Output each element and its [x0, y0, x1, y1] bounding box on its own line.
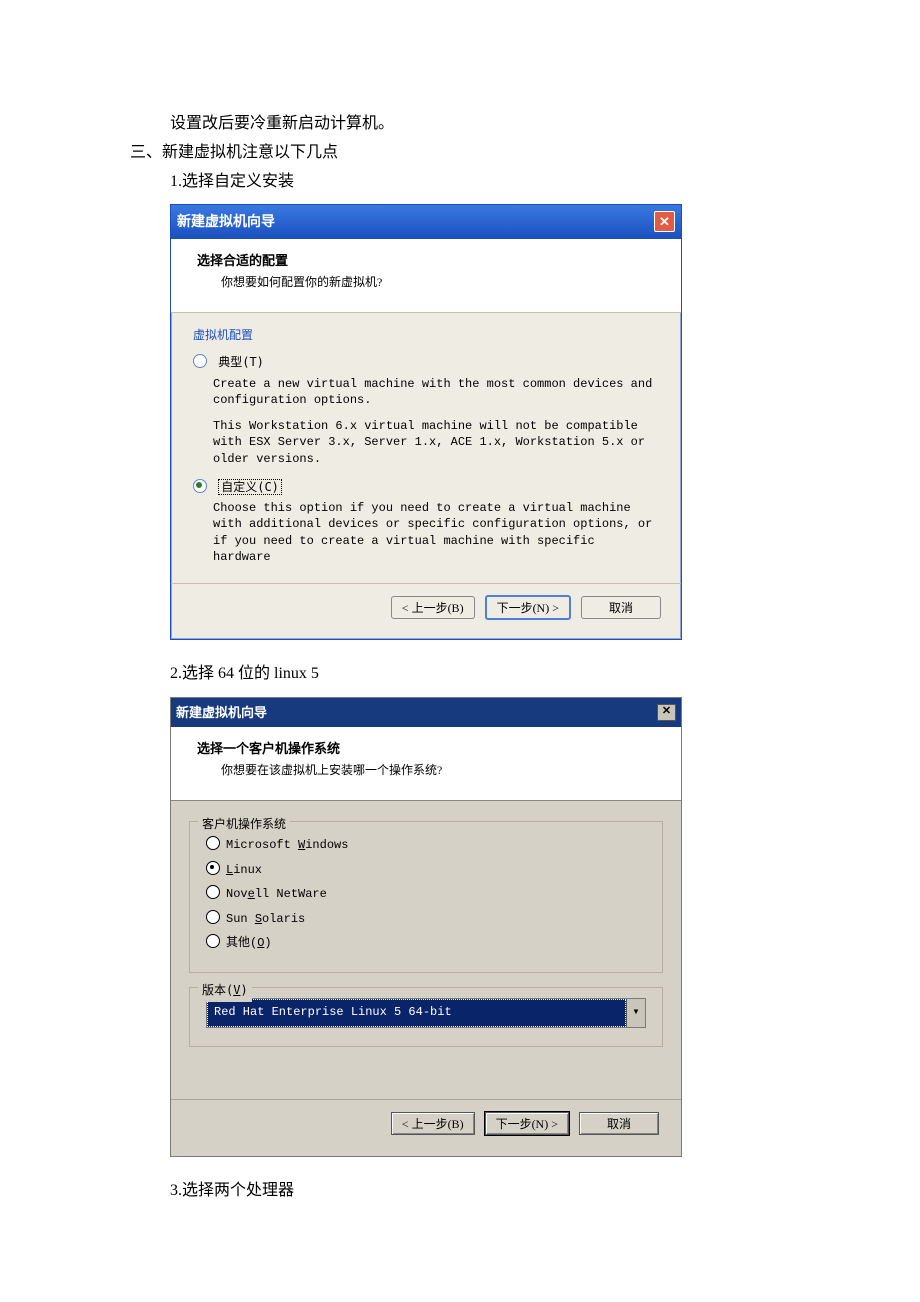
- version-select-value: Red Hat Enterprise Linux 5 64-bit: [207, 999, 626, 1027]
- radio-icon: [206, 861, 220, 875]
- document-page: 设置改后要冷重新启动计算机。 三、新建虚拟机注意以下几点 1.选择自定义安装 新…: [0, 0, 920, 1246]
- os-fieldset: 客户机操作系统 Microsoft Windows Linux Novell N…: [189, 821, 663, 973]
- group-label: 虚拟机配置: [193, 325, 659, 347]
- radio-custom[interactable]: 自定义(C): [193, 477, 659, 499]
- body-text: 设置改后要冷重新启动计算机。: [170, 110, 790, 139]
- radio-icon: [193, 479, 207, 493]
- os-legend: 客户机操作系统: [198, 814, 290, 836]
- section-heading: 三、新建虚拟机注意以下几点: [130, 139, 790, 168]
- header-subtitle: 你想要如何配置你的新虚拟机?: [221, 272, 655, 294]
- back-button[interactable]: < 上一步(B): [391, 1112, 475, 1135]
- close-icon[interactable]: ✕: [654, 211, 675, 232]
- dialog-body: 客户机操作系统 Microsoft Windows Linux Novell N…: [171, 801, 681, 1099]
- dialog-body: 虚拟机配置 典型(T) Create a new virtual machine…: [171, 313, 681, 583]
- version-legend: 版本(V): [198, 980, 252, 1002]
- header-title: 选择合适的配置: [197, 249, 655, 272]
- step-label-2: 2.选择 64 位的 linux 5: [170, 660, 790, 689]
- radio-custom-label: 自定义(C): [218, 479, 282, 495]
- next-button[interactable]: 下一步(N) >: [485, 595, 571, 620]
- radio-icon: [193, 354, 207, 368]
- radio-icon: [206, 885, 220, 899]
- dialog-titlebar: 新建虚拟机向导 ✕: [171, 698, 681, 727]
- radio-icon: [206, 910, 220, 924]
- radio-typical[interactable]: 典型(T): [193, 352, 659, 374]
- dialog-titlebar: 新建虚拟机向导 ✕: [171, 205, 681, 238]
- radio-typical-label: 典型(T): [218, 355, 264, 369]
- dialog-wizard-config: 新建虚拟机向导 ✕ 选择合适的配置 你想要如何配置你的新虚拟机? 虚拟机配置 典…: [170, 204, 682, 639]
- dialog-footer: < 上一步(B) 下一步(N) > 取消: [171, 583, 681, 639]
- cancel-button[interactable]: 取消: [581, 596, 661, 619]
- radio-icon: [206, 934, 220, 948]
- close-icon[interactable]: ✕: [657, 704, 676, 721]
- radio-linux[interactable]: Linux: [206, 860, 646, 882]
- radio-windows[interactable]: Microsoft Windows: [206, 835, 646, 857]
- cancel-button[interactable]: 取消: [579, 1112, 659, 1135]
- back-button[interactable]: < 上一步(B): [391, 596, 475, 619]
- version-select[interactable]: Red Hat Enterprise Linux 5 64-bit ▾: [206, 998, 646, 1028]
- step-label-3: 3.选择两个处理器: [170, 1177, 790, 1206]
- dialog-title: 新建虚拟机向导: [176, 701, 267, 724]
- typical-desc-1: Create a new virtual machine with the mo…: [213, 376, 659, 408]
- radio-icon: [206, 836, 220, 850]
- next-button[interactable]: 下一步(N) >: [485, 1112, 569, 1135]
- radio-netware[interactable]: Novell NetWare: [206, 884, 646, 906]
- radio-solaris[interactable]: Sun Solaris: [206, 909, 646, 931]
- dialog-title: 新建虚拟机向导: [177, 209, 275, 234]
- dialog-footer: < 上一步(B) 下一步(N) > 取消: [171, 1099, 681, 1157]
- dialog-header: 选择一个客户机操作系统 你想要在该虚拟机上安装哪一个操作系统?: [171, 727, 681, 801]
- radio-other[interactable]: 其他(O): [206, 933, 646, 955]
- typical-desc-2: This Workstation 6.x virtual machine wil…: [213, 418, 659, 467]
- step-label-1: 1.选择自定义安装: [170, 168, 790, 197]
- dialog-header: 选择合适的配置 你想要如何配置你的新虚拟机?: [171, 239, 681, 313]
- chevron-down-icon[interactable]: ▾: [626, 999, 645, 1027]
- header-subtitle: 你想要在该虚拟机上安装哪一个操作系统?: [221, 760, 655, 782]
- custom-desc: Choose this option if you need to create…: [213, 500, 659, 565]
- header-title: 选择一个客户机操作系统: [197, 737, 655, 760]
- version-fieldset: 版本(V) Red Hat Enterprise Linux 5 64-bit …: [189, 987, 663, 1047]
- dialog-wizard-os: 新建虚拟机向导 ✕ 选择一个客户机操作系统 你想要在该虚拟机上安装哪一个操作系统…: [170, 697, 682, 1158]
